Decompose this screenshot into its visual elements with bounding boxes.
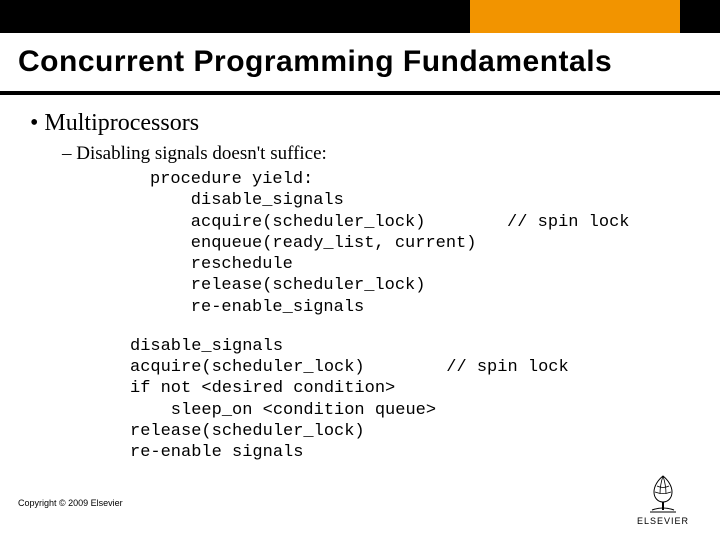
bullet-level2: Disabling signals doesn't suffice:	[62, 143, 700, 165]
bullet-level1: Multiprocessors	[30, 110, 700, 137]
page-title: Concurrent Programming Fundamentals	[18, 45, 702, 79]
tree-icon	[640, 470, 686, 514]
header-bar-orange	[470, 0, 680, 33]
logo-label: ELSEVIER	[630, 516, 696, 526]
content-area: Multiprocessors Disabling signals doesn'…	[30, 110, 700, 463]
elsevier-logo: ELSEVIER	[630, 470, 696, 526]
code-block-1: procedure yield: disable_signals acquire…	[150, 169, 700, 318]
copyright-text: Copyright © 2009 Elsevier	[18, 498, 123, 508]
code-block-2: disable_signals acquire(scheduler_lock) …	[130, 336, 700, 464]
title-container: Concurrent Programming Fundamentals	[0, 33, 720, 95]
